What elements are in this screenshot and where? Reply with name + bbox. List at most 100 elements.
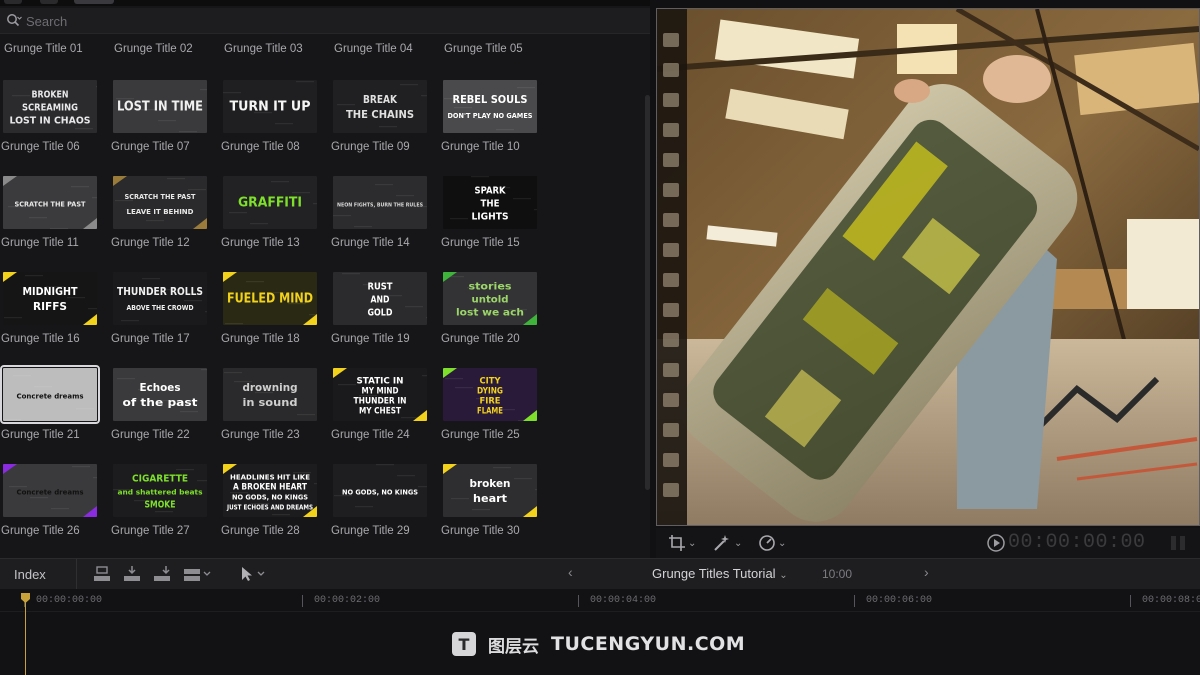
title-thumbnail: BROKEN SCREAMING LOST IN CHAOS xyxy=(3,80,97,133)
playhead-line[interactable] xyxy=(25,599,26,675)
insert-clip-icon[interactable] xyxy=(122,565,142,583)
project-title: Grunge Titles Tutorial xyxy=(652,566,776,581)
title-thumbnail: NEON FIGHTS, BURN THE RULES xyxy=(333,176,427,229)
toolbar-button[interactable] xyxy=(74,0,114,4)
thumbnail-text: LEAVE IT BEHIND xyxy=(127,207,194,216)
ruler-tick xyxy=(302,595,303,607)
title-thumbnail: STATIC IN MY MIND THUNDER IN MY CHEST xyxy=(333,368,427,421)
title-browser: Grunge Title 01 Grunge Title 02 Grunge Tit… xyxy=(0,0,650,558)
index-button[interactable]: Index xyxy=(14,567,46,582)
watermark-logo: T xyxy=(452,632,476,656)
chevron-left-icon[interactable]: ‹ xyxy=(568,564,573,580)
append-clip-icon[interactable] xyxy=(152,565,172,583)
film-sprocket xyxy=(663,123,679,137)
browser-scrollbar[interactable] xyxy=(645,95,650,490)
title-tile-label: Grunge Title 27 xyxy=(111,525,190,537)
thumbnail-text: DYING xyxy=(477,387,503,397)
film-sprocket xyxy=(663,273,679,287)
title-tile-label: Grunge Title 24 xyxy=(331,429,410,441)
enhance-menu[interactable]: ⌄ xyxy=(712,532,742,554)
watermark-text-en: TUCENGYUN.COM xyxy=(551,633,746,655)
thumbnail-text: GOLD xyxy=(368,308,393,319)
chevron-down-icon: ⌄ xyxy=(778,537,787,549)
transform-menu[interactable]: ⌄ xyxy=(668,532,696,554)
thumbnail-text: LOST IN CHAOS xyxy=(10,116,91,127)
film-sprocket xyxy=(663,93,679,107)
title-tile-label: Grunge Title 10 xyxy=(441,141,520,153)
thumbnail-text: SMOKE xyxy=(145,500,176,511)
thumbnail-text: of the past xyxy=(123,396,198,409)
film-sprocket xyxy=(663,303,679,317)
play-button[interactable] xyxy=(986,533,1006,553)
thumbnail-text: lost we ach xyxy=(456,308,524,319)
ruler-label: 00:00:06:00 xyxy=(866,595,933,606)
viewer-toolbar: ⌄ ⌄ ⌄ 00:00:00:00 xyxy=(656,528,1200,558)
thumbnail-text: untold xyxy=(472,295,509,306)
search-input[interactable] xyxy=(26,12,606,30)
title-tile-label: Grunge Title 20 xyxy=(441,333,520,345)
chevron-right-icon[interactable]: › xyxy=(924,564,929,580)
film-sprocket xyxy=(663,153,679,167)
viewer-canvas[interactable] xyxy=(656,8,1200,526)
fullscreen-icon[interactable] xyxy=(1168,533,1188,553)
film-sprocket xyxy=(663,483,679,497)
thumbnail-text: NO GODS, NO KINGS xyxy=(342,488,418,497)
title-thumbnail: GRAFFITI xyxy=(223,176,317,229)
film-sprocket xyxy=(663,393,679,407)
title-thumbnail: NO GODS, NO KINGS xyxy=(333,464,427,517)
thumbnail-text: MY MIND xyxy=(362,387,399,397)
project-title-menu[interactable]: Grunge Titles Tutorial ⌄ xyxy=(652,566,788,581)
timeline-ruler[interactable]: 00:00:00:00 00:00:02:00 00:00:04:00 00:00:0… xyxy=(0,589,1200,612)
thumbnail-text: NO GODS, NO KINGS xyxy=(232,493,308,502)
title-thumbnail: RUST AND GOLD xyxy=(333,272,427,325)
thumbnail-text: NEON FIGHTS, BURN THE RULES xyxy=(337,203,423,209)
film-sprocket xyxy=(663,63,679,77)
title-tile-label: Grunge Title 28 xyxy=(221,525,300,537)
ruler-tick xyxy=(854,595,855,607)
title-tile-label: Grunge Title 14 xyxy=(331,237,410,249)
thumbnail-text: FLAME xyxy=(477,407,503,417)
film-sprocket xyxy=(663,363,679,377)
thumbnail-text: SCRATCH THE PAST xyxy=(15,200,86,209)
thumbnail-text: THE xyxy=(481,199,500,210)
film-sprocket xyxy=(663,33,679,47)
title-thumbnail: SCRATCH THE PAST xyxy=(3,176,97,229)
toolbar-button[interactable] xyxy=(40,0,58,4)
title-tile-label: Grunge Title 16 xyxy=(1,333,80,345)
title-thumbnail: Concrete dreams xyxy=(3,464,97,517)
select-tool-menu[interactable] xyxy=(238,565,270,583)
title-tile-label: Grunge Title 11 xyxy=(1,237,79,249)
divider xyxy=(76,559,77,590)
thumbnail-text: DON'T PLAY NO GAMES xyxy=(448,111,533,120)
ruler-tick xyxy=(578,595,579,607)
title-thumbnail: MIDNIGHT RIFFS xyxy=(3,272,97,325)
title-thumbnail: FUELED MIND xyxy=(223,272,317,325)
thumbnail-text: BROKEN xyxy=(32,90,69,101)
thumbnail-text: FUELED MIND xyxy=(227,292,313,307)
title-thumbnail: TURN IT UP xyxy=(223,80,317,133)
thumbnail-text: ABOVE THE CROWD xyxy=(127,303,194,312)
connect-clip-icon[interactable] xyxy=(92,565,112,583)
title-tile-label: Grunge Title 04 xyxy=(334,43,413,55)
retime-menu[interactable]: ⌄ xyxy=(758,532,786,554)
title-thumbnail: SPARK THE LIGHTS xyxy=(443,176,537,229)
search-bar xyxy=(0,8,650,34)
title-tile-label: Grunge Title 15 xyxy=(441,237,520,249)
thumbnail-text: AND xyxy=(371,295,390,306)
title-tile-label: Grunge Title 03 xyxy=(224,43,303,55)
toolbar-button[interactable] xyxy=(4,0,22,4)
overwrite-clip-menu[interactable] xyxy=(182,565,216,583)
timecode-display: 00:00:00:00 xyxy=(1008,531,1146,554)
thumbnail-text: STATIC IN xyxy=(357,377,404,387)
title-tile-label: Grunge Title 29 xyxy=(331,525,410,537)
chevron-down-icon: ⌄ xyxy=(688,537,697,549)
search-icon[interactable] xyxy=(6,13,22,29)
timeline-header: Index ‹ Grunge Titles Tutorial ⌄ 10:00 › xyxy=(0,558,1200,590)
title-tile-label: Grunge Title 25 xyxy=(441,429,520,441)
film-sprocket xyxy=(663,423,679,437)
film-sprocket xyxy=(663,453,679,467)
thumbnail-text: FIRE xyxy=(480,397,501,407)
thumbnail-text: drowning xyxy=(243,381,298,394)
thumbnail-text: RIFFS xyxy=(33,300,67,313)
browser-top-strip xyxy=(0,0,650,6)
